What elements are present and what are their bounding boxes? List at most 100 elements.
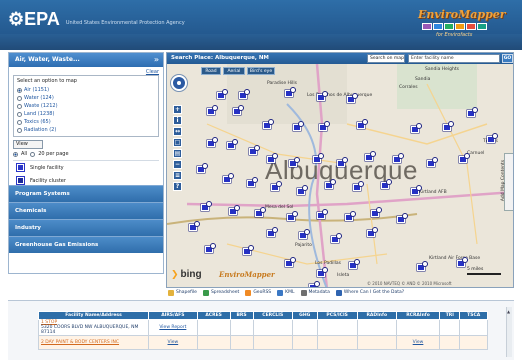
help-icon[interactable]: ? (173, 182, 182, 191)
export-tool[interactable]: Where Can I Get the Data? (335, 289, 404, 296)
facility-name-input[interactable]: Enter facility name (408, 54, 500, 63)
media-radio[interactable] (17, 127, 22, 133)
facility-marker[interactable] (345, 211, 356, 221)
map-view[interactable]: Search Place: Albuquerque, NM Search on … (166, 52, 514, 288)
zoom-out-button[interactable]: − (173, 160, 182, 169)
view-link[interactable]: View (413, 340, 424, 345)
export-tool[interactable]: GeoRSS (245, 289, 271, 296)
table-row[interactable]: 1 STOP 5320 COORS BLVD NW ALBUQUERQUE, N… (38, 319, 488, 336)
measure-icon[interactable]: ↔ (173, 127, 182, 136)
facility-marker[interactable] (227, 139, 238, 149)
media-radio[interactable] (17, 87, 22, 93)
facility-marker[interactable] (357, 119, 368, 129)
facility-name-link[interactable]: 2 DAY PAINT & BODY CENTERS INC (41, 340, 119, 345)
facility-marker[interactable] (299, 229, 310, 239)
facility-marker[interactable] (337, 157, 348, 167)
facility-marker[interactable] (367, 227, 378, 237)
map-type-aerial[interactable]: Aerial (223, 67, 245, 75)
facility-marker[interactable] (467, 107, 478, 117)
facility-marker[interactable] (197, 163, 208, 173)
facility-marker[interactable] (487, 133, 498, 143)
media-option[interactable]: Land (1238) (17, 110, 155, 118)
clear-link[interactable]: Clear (146, 69, 159, 75)
export-tool[interactable]: Spreadsheet (202, 289, 239, 296)
scroll-up-icon[interactable]: ▲ (507, 309, 510, 314)
facility-marker[interactable] (397, 213, 408, 223)
facility-marker[interactable] (319, 121, 330, 131)
column-header[interactable]: BRS (229, 311, 254, 320)
facility-marker[interactable] (233, 105, 244, 115)
facility-marker[interactable] (459, 153, 470, 163)
section-header[interactable]: Greenhouse Gas Emissions (9, 236, 163, 253)
facility-marker[interactable] (247, 177, 258, 187)
search-on-map-select[interactable]: Search on map (367, 54, 405, 63)
view-report-link[interactable]: View Report (159, 325, 186, 330)
add-map-contents-tab[interactable]: Add Map Contents (501, 153, 513, 211)
facility-marker[interactable] (239, 89, 250, 99)
facility-marker[interactable] (189, 221, 200, 231)
export-tool[interactable]: Shapefile (168, 289, 197, 296)
facility-marker[interactable] (443, 121, 454, 131)
panel-title[interactable]: Air, Water, Waste... » (9, 53, 163, 67)
media-radio[interactable] (17, 119, 22, 125)
facility-marker[interactable] (411, 123, 422, 133)
facility-marker[interactable] (243, 245, 254, 255)
facility-marker[interactable] (285, 87, 296, 97)
map-type-birdseye[interactable]: Bird's eye (247, 67, 275, 75)
epa-logo[interactable]: ⚙EPA United States Environmental Protect… (8, 9, 185, 30)
view-link[interactable]: View (168, 340, 179, 345)
facility-marker[interactable] (417, 261, 428, 271)
facility-marker[interactable] (381, 179, 392, 189)
identify-icon[interactable]: i (173, 116, 182, 125)
select-icon[interactable]: □ (173, 138, 182, 147)
layers-icon[interactable]: ≡ (173, 171, 182, 180)
facility-marker[interactable] (393, 153, 404, 163)
facility-marker[interactable] (207, 105, 218, 115)
paging-all-radio[interactable] (13, 151, 18, 157)
column-header[interactable]: TRI (439, 311, 461, 320)
facility-marker[interactable] (349, 259, 360, 269)
column-header[interactable]: TSCA (459, 311, 488, 320)
media-option[interactable]: Radiation (2) (17, 126, 155, 134)
results-scrollbar[interactable]: ▲ (506, 307, 512, 357)
facility-marker[interactable] (267, 227, 278, 237)
media-radio[interactable] (17, 111, 22, 117)
column-header[interactable]: AIRS/AFS (148, 311, 198, 320)
column-header[interactable]: GHG (291, 311, 318, 320)
media-option[interactable]: Water (124) (17, 94, 155, 102)
media-option[interactable]: Air (1151) (17, 86, 155, 94)
table-row[interactable]: 2 DAY PAINT & BODY CENTERS INC View View (38, 335, 488, 350)
media-radio[interactable] (17, 103, 22, 109)
facility-marker[interactable] (217, 89, 228, 99)
print-icon[interactable]: ▤ (173, 149, 182, 158)
facility-marker[interactable] (267, 153, 278, 163)
facility-marker[interactable] (297, 185, 308, 195)
media-radio[interactable] (17, 95, 22, 101)
facility-marker[interactable] (263, 119, 274, 129)
column-header[interactable]: CERCLIS (252, 311, 293, 320)
facility-marker[interactable] (205, 243, 216, 253)
facility-marker[interactable] (255, 207, 266, 217)
facility-marker[interactable] (317, 91, 328, 101)
facility-marker[interactable] (249, 145, 260, 155)
facility-marker[interactable] (353, 181, 364, 191)
facility-marker[interactable] (271, 181, 282, 191)
facility-marker[interactable] (347, 93, 358, 103)
facility-marker[interactable] (313, 153, 324, 163)
pan-control[interactable] (171, 75, 187, 91)
section-header[interactable]: Chemicals (9, 202, 163, 219)
column-header[interactable]: RADInfo (356, 311, 397, 320)
facility-marker[interactable] (411, 185, 422, 195)
media-option[interactable]: Waste (1212) (17, 102, 155, 110)
facility-marker[interactable] (293, 121, 304, 131)
section-header[interactable]: Program Systems (9, 185, 163, 202)
facility-marker[interactable] (287, 211, 298, 221)
export-tool[interactable]: Metadata (300, 289, 330, 296)
collapse-icon[interactable]: » (154, 53, 159, 67)
view-select[interactable]: View (13, 140, 43, 149)
facility-marker[interactable] (317, 209, 328, 219)
export-tool[interactable]: KML (277, 289, 295, 296)
facility-marker[interactable] (201, 201, 212, 211)
column-header[interactable]: ACRES (196, 311, 231, 320)
column-header[interactable]: Facility Name/Address (38, 311, 149, 320)
